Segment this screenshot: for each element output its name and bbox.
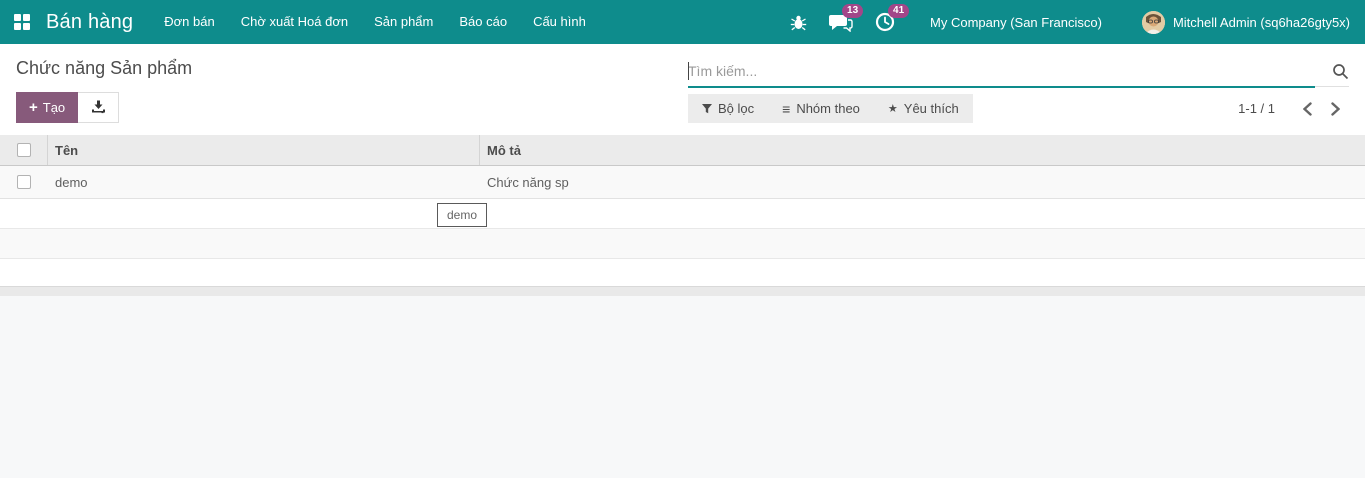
chevron-right-icon xyxy=(1330,101,1340,116)
text-caret xyxy=(688,62,689,80)
row-description-cell[interactable]: Chức năng sp xyxy=(480,175,1365,190)
filter-funnel-icon xyxy=(702,103,712,114)
list-view: Tên Mô tả demo Chức năng sp xyxy=(0,135,1365,296)
groupby-button[interactable]: ≡ Nhóm theo xyxy=(768,94,874,123)
filters-button[interactable]: Bộ lọc xyxy=(688,94,768,123)
menu-cau-hinh[interactable]: Cấu hình xyxy=(520,0,599,44)
favorites-button-label: Yêu thích xyxy=(903,101,959,116)
control-panel: Chức năng Sản phẩm + Tạo xyxy=(0,44,1365,135)
user-menu-button[interactable]: Mitchell Admin (sq6ha26gty5x) xyxy=(1141,10,1365,34)
row-checkbox[interactable] xyxy=(17,175,31,189)
create-button-group: + Tạo xyxy=(16,92,120,123)
empty-filler-row xyxy=(0,229,1365,259)
column-header-description[interactable]: Mô tả xyxy=(480,143,1365,158)
page-title: Chức năng Sản phẩm xyxy=(16,58,193,78)
row-checkbox-cell xyxy=(0,166,48,198)
activities-count-badge: 41 xyxy=(888,4,910,18)
user-avatar xyxy=(1141,10,1165,34)
group-bars-icon: ≡ xyxy=(782,100,791,117)
header-checkbox-cell xyxy=(0,135,48,165)
menu-cho-xuat-hoa-don[interactable]: Chờ xuất Hoá đơn xyxy=(228,0,361,44)
favorites-button[interactable]: ★ Yêu thích xyxy=(874,94,973,123)
filters-button-label: Bộ lọc xyxy=(718,101,755,116)
odoo-app: Bán hàng Đơn bán Chờ xuất Hoá đơn Sản ph… xyxy=(0,0,1365,478)
app-brand-title[interactable]: Bán hàng xyxy=(44,11,151,34)
company-switcher[interactable]: My Company (San Francisco) xyxy=(930,15,1102,30)
pager-previous-button[interactable] xyxy=(1293,95,1321,123)
empty-filler-row xyxy=(0,259,1365,287)
menu-don-ban[interactable]: Đơn bán xyxy=(151,0,227,44)
column-header-name[interactable]: Tên xyxy=(48,135,480,165)
download-icon xyxy=(91,100,106,115)
pager: 1-1 / 1 xyxy=(1238,94,1349,123)
button-row: + Tạo Bộ lọc ≡ Nhóm theo ★ Yêu thích 1-1… xyxy=(0,92,1365,135)
select-all-checkbox[interactable] xyxy=(16,143,31,157)
menu-bao-cao[interactable]: Báo cáo xyxy=(446,0,520,44)
messages-count-badge: 13 xyxy=(842,4,864,18)
search-input[interactable] xyxy=(688,57,1315,85)
search-bar xyxy=(688,57,1349,88)
activities-menu-button[interactable]: 41 xyxy=(864,0,910,44)
create-button[interactable]: + Tạo xyxy=(16,92,79,123)
table-header-row: Tên Mô tả xyxy=(0,135,1365,166)
messages-menu-button[interactable]: 13 xyxy=(818,0,864,44)
top-navbar: Bán hàng Đơn bán Chờ xuất Hoá đơn Sản ph… xyxy=(0,0,1365,44)
row-name-cell[interactable]: demo xyxy=(48,175,480,190)
apps-grid-icon xyxy=(14,14,30,30)
star-icon: ★ xyxy=(887,103,898,115)
menu-san-pham[interactable]: Sản phẩm xyxy=(361,0,446,44)
pager-next-button[interactable] xyxy=(1321,95,1349,123)
search-input-box xyxy=(688,57,1315,88)
pager-value: 1-1 / 1 xyxy=(1238,101,1275,116)
table-row[interactable]: demo Chức năng sp xyxy=(0,166,1365,199)
debug-menu-button[interactable] xyxy=(779,0,818,44)
empty-filler-row xyxy=(0,199,1365,229)
list-bottom-strip xyxy=(0,287,1365,296)
user-name: Mitchell Admin (sq6ha26gty5x) xyxy=(1172,14,1350,30)
search-button[interactable] xyxy=(1315,57,1349,86)
search-icon xyxy=(1332,63,1349,80)
record-tooltip: demo xyxy=(437,203,488,227)
apps-menu-button[interactable] xyxy=(0,0,44,44)
bug-icon xyxy=(790,14,807,31)
groupby-button-label: Nhóm theo xyxy=(796,101,860,116)
systray: 13 41 My Company (San Francisco) Mitchel… xyxy=(779,0,1365,44)
search-options-bar: Bộ lọc ≡ Nhóm theo ★ Yêu thích xyxy=(688,94,973,123)
export-button[interactable] xyxy=(78,92,120,123)
create-button-label: Tạo xyxy=(42,100,66,115)
plus-icon: + xyxy=(29,99,38,116)
chevron-left-icon xyxy=(1302,101,1312,116)
